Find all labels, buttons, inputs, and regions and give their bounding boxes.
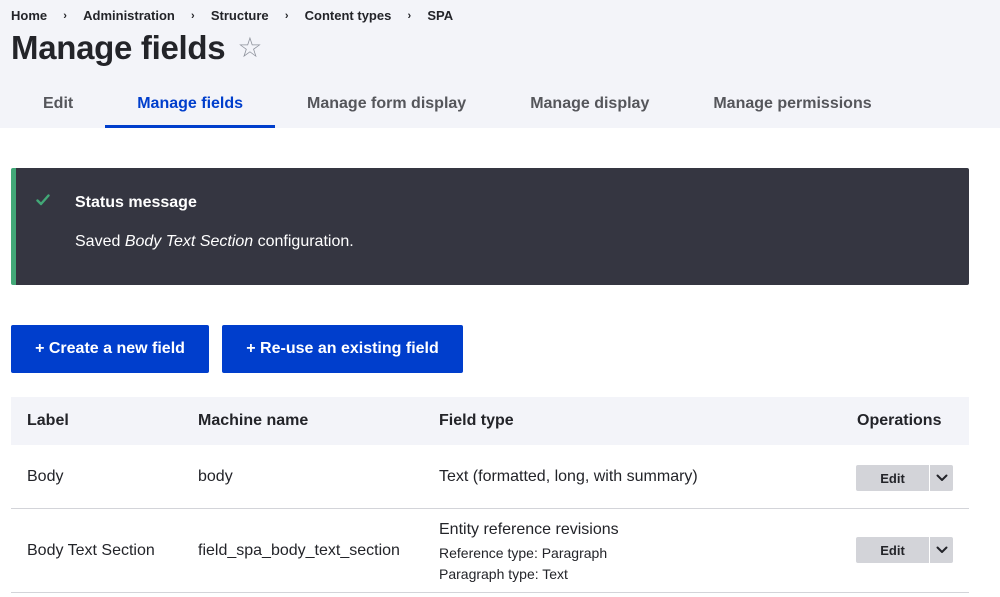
field-type-detail: Reference type: Paragraph — [439, 545, 608, 561]
header-field-type: Field type — [439, 412, 514, 429]
table-row: Body body Text (formatted, long, with su… — [11, 445, 969, 509]
field-type-detail: Paragraph type: Text — [439, 566, 568, 582]
status-title: Status message — [75, 194, 197, 211]
header-machine-name: Machine name — [198, 412, 309, 429]
table-header: Label Machine name Field type Operations — [11, 397, 969, 445]
status-text: Saved Body Text Section configuration. — [75, 233, 354, 251]
field-label: Body — [27, 468, 64, 485]
chevron-down-icon — [936, 546, 947, 553]
page-title: Manage fields — [11, 29, 226, 66]
status-message: Status message Saved Body Text Section c… — [11, 168, 969, 285]
breadcrumb-separator-icon: › — [407, 9, 412, 22]
create-new-field-button[interactable]: + Create a new field — [11, 325, 209, 373]
field-label: Body Text Section — [27, 542, 155, 559]
breadcrumb-administration[interactable]: Administration — [83, 8, 175, 23]
fields-table: Label Machine name Field type Operations… — [11, 397, 969, 593]
tab-manage-form-display[interactable]: Manage form display — [275, 80, 498, 128]
tab-manage-fields[interactable]: Manage fields — [105, 80, 275, 128]
page-header: Home › Administration › Structure › Cont… — [0, 0, 1000, 128]
field-machine-name: field_spa_body_text_section — [198, 542, 400, 559]
breadcrumb-separator-icon: › — [191, 9, 195, 22]
header-operations: Operations — [857, 412, 942, 429]
star-outline-icon[interactable]: ☆ — [237, 34, 262, 62]
page-title-row: Manage fields ☆ — [11, 29, 262, 67]
field-type: Text (formatted, long, with summary) — [439, 468, 698, 485]
breadcrumb: Home › Administration › Structure › Cont… — [11, 8, 453, 23]
chevron-down-icon — [936, 474, 947, 481]
operations-dropbutton: Edit — [856, 465, 953, 491]
reuse-existing-field-button[interactable]: + Re-use an existing field — [222, 325, 463, 373]
tab-manage-display[interactable]: Manage display — [498, 80, 681, 128]
breadcrumb-spa[interactable]: SPA — [427, 8, 453, 23]
header-label: Label — [27, 412, 69, 429]
breadcrumb-structure[interactable]: Structure — [211, 8, 269, 23]
operations-toggle-button[interactable] — [929, 537, 953, 563]
field-machine-name: body — [198, 468, 233, 485]
status-text-suffix: configuration. — [253, 233, 354, 250]
breadcrumb-home[interactable]: Home — [11, 8, 47, 23]
tab-edit[interactable]: Edit — [11, 80, 105, 128]
status-text-prefix: Saved — [75, 233, 125, 250]
edit-button[interactable]: Edit — [856, 465, 929, 491]
status-text-emphasis: Body Text Section — [124, 233, 254, 250]
breadcrumb-separator-icon: › — [284, 9, 289, 22]
tabs: Edit Manage fields Manage form display M… — [11, 80, 904, 128]
breadcrumb-content-types[interactable]: Content types — [305, 8, 392, 23]
tab-manage-permissions[interactable]: Manage permissions — [681, 80, 903, 128]
operations-toggle-button[interactable] — [929, 465, 953, 491]
table-row: Body Text Section field_spa_body_text_se… — [11, 509, 969, 593]
edit-button[interactable]: Edit — [856, 537, 929, 563]
operations-dropbutton: Edit — [856, 537, 953, 563]
check-icon — [36, 194, 50, 206]
field-type: Entity reference revisions — [439, 521, 619, 538]
breadcrumb-separator-icon: › — [63, 9, 67, 22]
